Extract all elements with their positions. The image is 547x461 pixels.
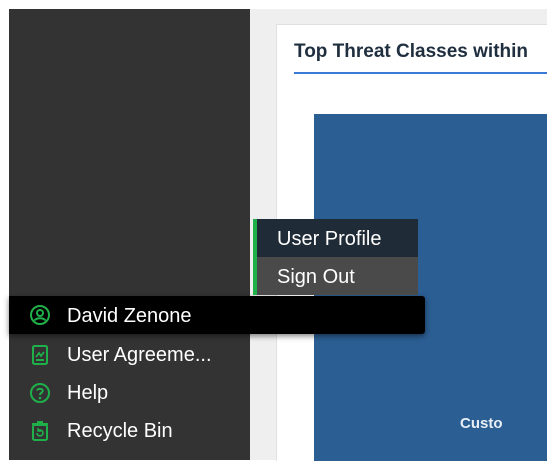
active-indicator — [253, 219, 257, 257]
card-title-underline — [294, 72, 547, 74]
active-indicator — [253, 257, 257, 295]
sidebar-item-recycle-bin[interactable]: Recycle Bin — [9, 412, 250, 450]
document-icon — [32, 345, 48, 365]
chart-label: Custo — [460, 415, 503, 432]
user-name: David Zenone — [67, 305, 192, 327]
user-menu-button[interactable]: David Zenone — [9, 296, 425, 334]
card-title: Top Threat Classes within — [294, 41, 529, 62]
sidebar-item-label: Recycle Bin — [67, 419, 173, 442]
recycle-bin-icon — [32, 421, 48, 441]
user-circle-icon — [30, 305, 50, 325]
sidebar-item-label: User Agreeme... — [67, 343, 212, 366]
menu-item-label: User Profile — [277, 228, 382, 250]
menu-item-user-profile[interactable]: User Profile — [253, 219, 418, 257]
help-circle-icon — [30, 383, 50, 403]
menu-item-sign-out[interactable]: Sign Out — [253, 257, 418, 295]
user-popup-menu: User Profile Sign Out — [253, 219, 418, 296]
sidebar-item-help[interactable]: Help — [9, 374, 250, 412]
sidebar-item-label: Help — [67, 381, 109, 404]
menu-item-label: Sign Out — [277, 266, 355, 288]
sidebar-item-user-agreement[interactable]: User Agreeme... — [9, 336, 250, 374]
